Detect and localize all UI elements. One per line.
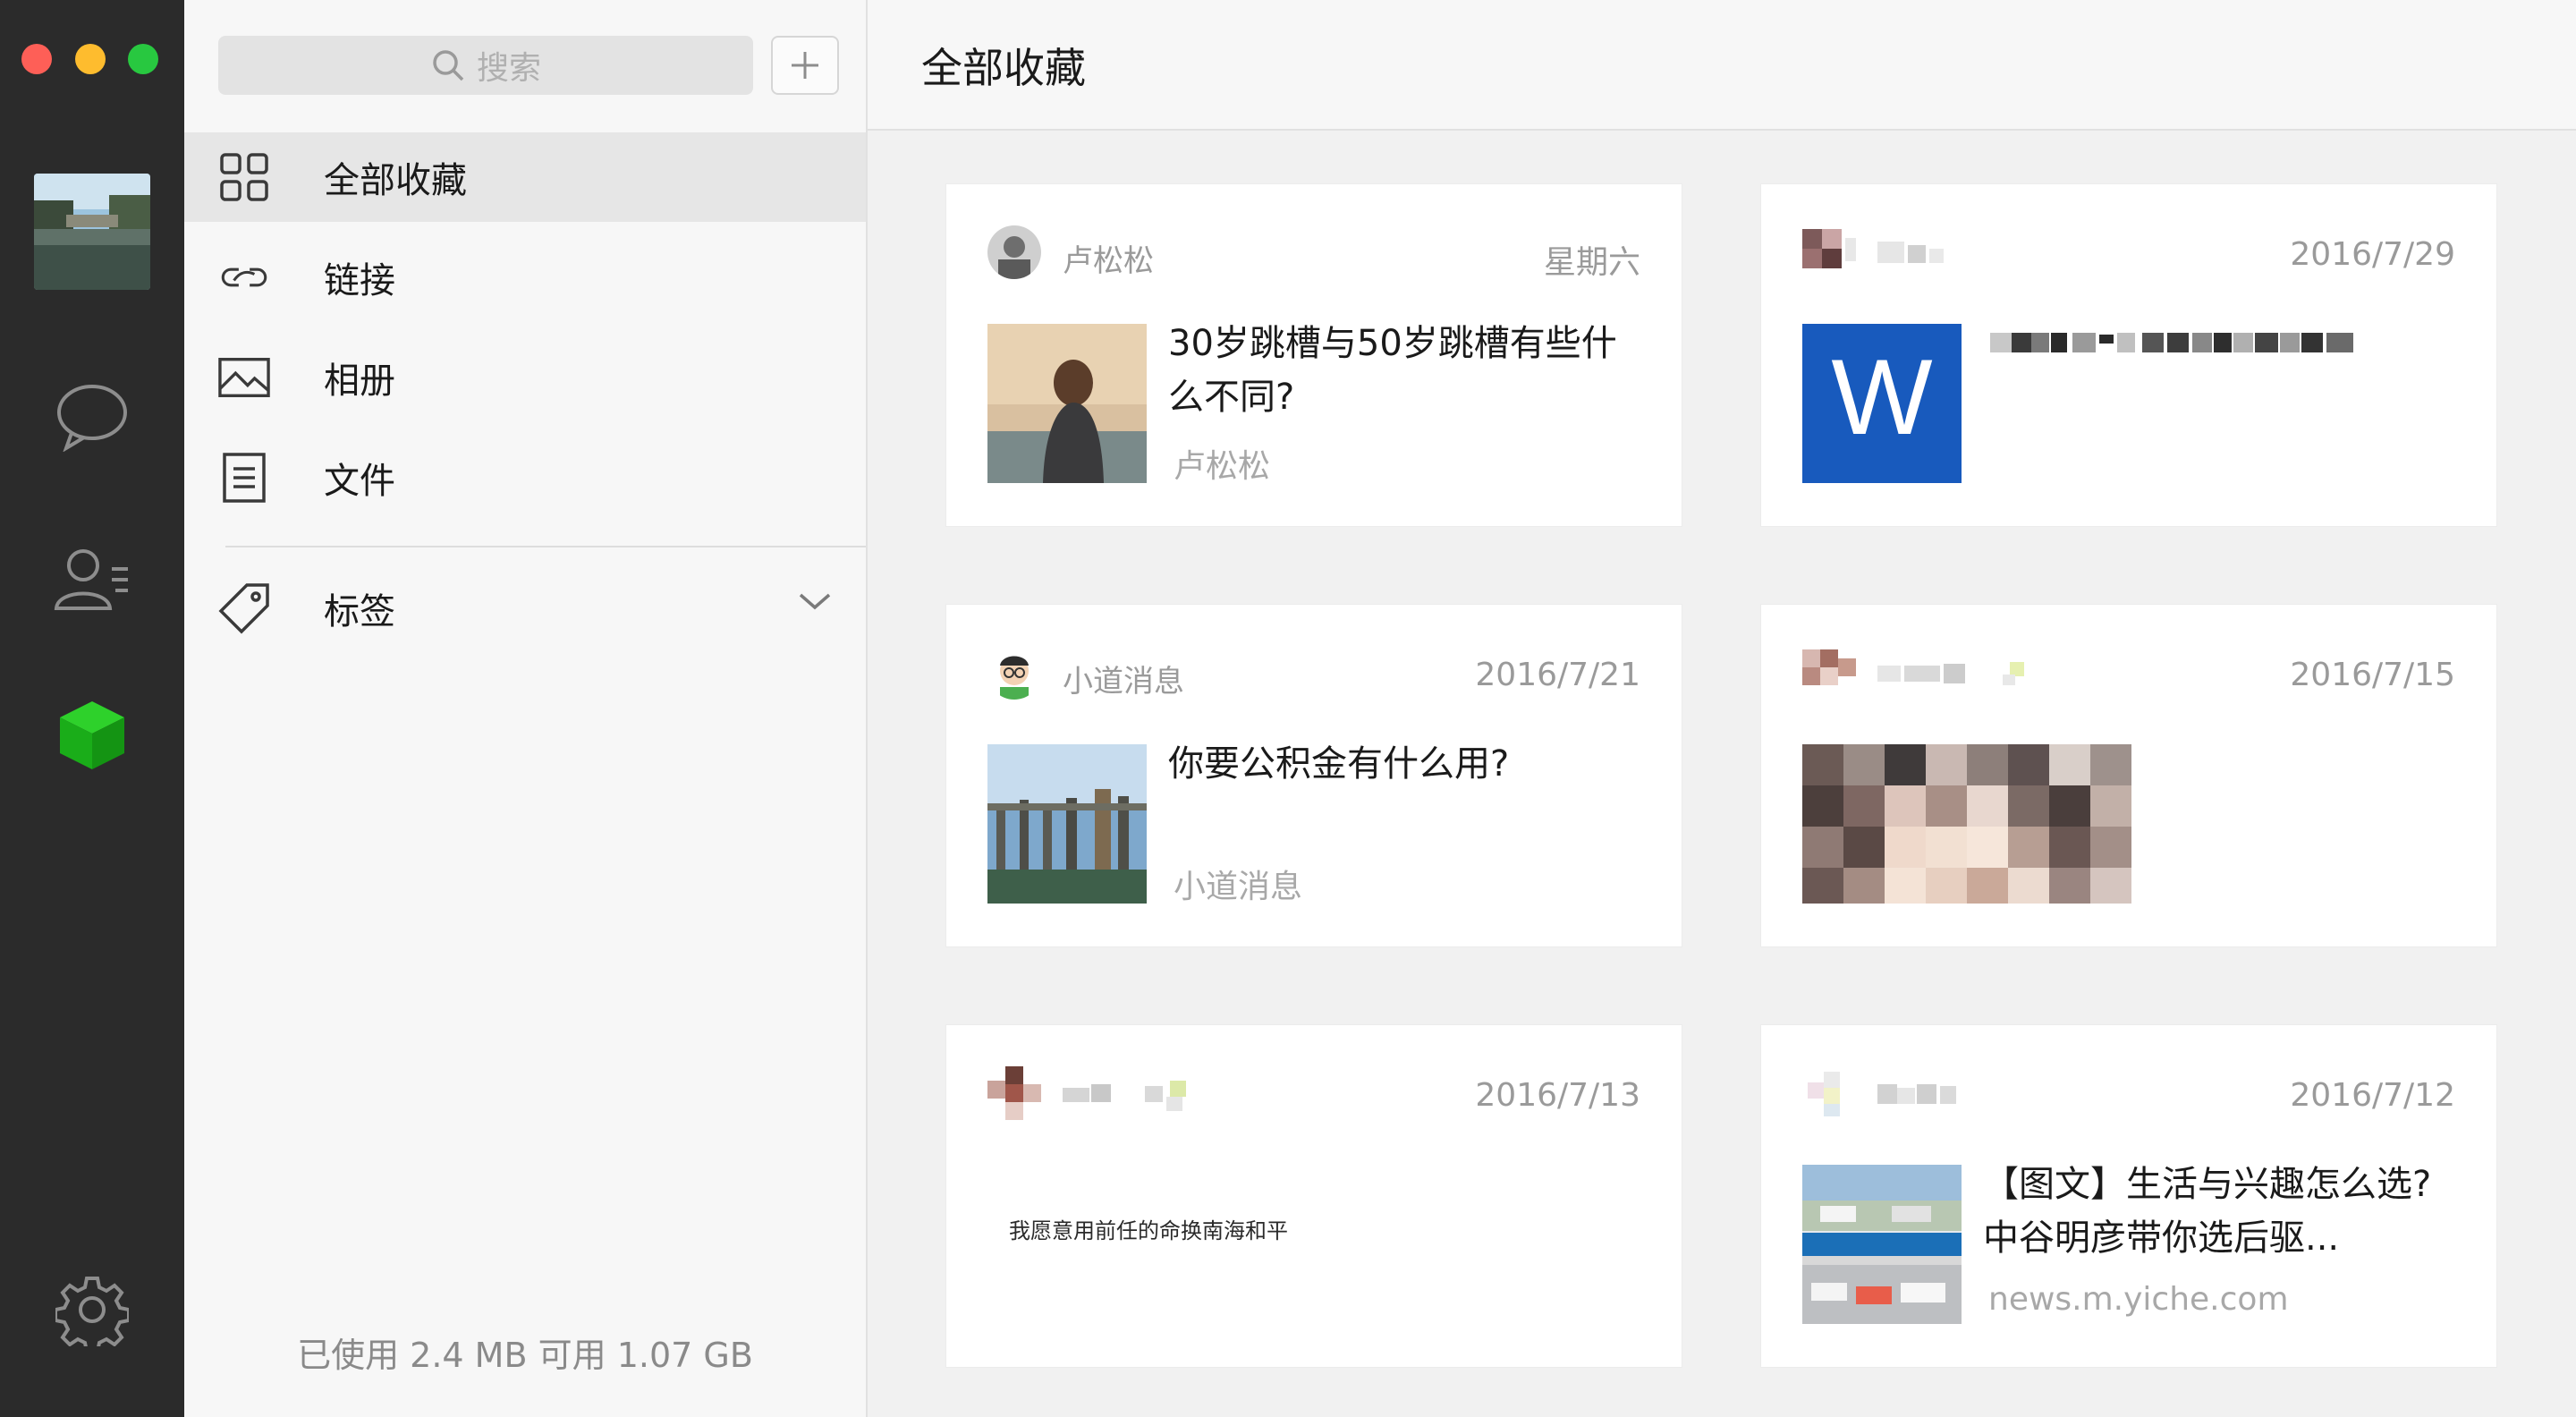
article-source: 卢松松 (1174, 448, 1271, 485)
article-thumbnail (1802, 1165, 1962, 1324)
main-header: 全部收藏 (868, 0, 2576, 131)
page-title: 全部收藏 (921, 44, 1086, 92)
user-avatar[interactable] (34, 174, 150, 290)
note-text: 我愿意用前任的命换南海和平 (1009, 1218, 1288, 1243)
sidebar-divider (225, 546, 866, 547)
card-date: 2016/7/13 (1475, 1077, 1640, 1114)
search-input[interactable]: 搜索 (218, 36, 753, 95)
chevron-down-icon[interactable] (798, 590, 832, 615)
plus-icon (792, 52, 818, 79)
article-title: 【图文】生活与兴趣怎么选?中谷明彦带你选后驱... (1983, 1164, 2432, 1259)
card-date: 2016/7/12 (2290, 1077, 2455, 1114)
file-name-blurred (1983, 317, 2466, 386)
article-title: 你要公积金有什么用? (1168, 743, 1510, 785)
sidebar-item-label: 链接 (324, 260, 395, 301)
article-thumbnail (987, 744, 1147, 904)
article-title: 30岁跳槽与50岁跳槽有些什么不同? (1168, 323, 1617, 418)
author-avatar (987, 646, 1041, 700)
card-date: 2016/7/29 (2290, 236, 2455, 273)
main-pane: 全部收藏 卢松松 星期六 30岁跳槽与50岁跳槽有些什么不同? 卢松松 2016… (868, 0, 2576, 1417)
author-name-blurred (1063, 1077, 1224, 1121)
sidebar-item-album[interactable]: 相册 (184, 333, 866, 422)
favorites-cube-icon[interactable] (45, 692, 140, 778)
sidebar-item-files[interactable]: 文件 (184, 433, 866, 522)
close-window-button[interactable] (21, 44, 52, 74)
zoom-window-button[interactable] (128, 44, 158, 74)
image-icon (218, 352, 270, 403)
document-icon (218, 453, 270, 503)
author-name: 卢松松 (1063, 243, 1154, 279)
author-name-blurred (1877, 236, 1958, 276)
sidebar-item-label: 标签 (324, 591, 395, 632)
author-avatar (1802, 1066, 1856, 1120)
favorites-sidebar: 搜索 全部收藏 链接 相册 文件 标签 已使用 2.4 MB 可用 1.07 G… (184, 0, 868, 1417)
favorite-card[interactable]: 2016/7/15 (1761, 605, 2496, 946)
add-button[interactable] (771, 36, 839, 95)
card-date: 2016/7/15 (2290, 657, 2455, 693)
search-icon (433, 50, 464, 81)
article-thumbnail (987, 324, 1147, 483)
author-name-blurred (1877, 1077, 1985, 1117)
sidebar-item-label: 全部收藏 (324, 160, 467, 201)
image-thumbnail (1802, 744, 2131, 904)
card-date: 星期六 (1543, 244, 1640, 281)
card-date: 2016/7/21 (1475, 657, 1640, 693)
author-avatar (1802, 225, 1856, 279)
author-avatar (987, 1066, 1041, 1120)
favorite-card[interactable]: 2016/7/29 W (1761, 184, 2496, 526)
search-placeholder: 搜索 (476, 50, 541, 87)
article-source: 小道消息 (1174, 869, 1303, 905)
favorite-card[interactable]: 2016/7/12 【图文】生活与兴趣怎么选?中谷明彦带你选后驱... news… (1761, 1025, 2496, 1367)
contacts-icon[interactable] (45, 535, 140, 621)
favorite-card[interactable]: 卢松松 星期六 30岁跳槽与50岁跳槽有些什么不同? 卢松松 (946, 184, 1682, 526)
article-source: news.m.yiche.com (1988, 1281, 2289, 1318)
favorite-card[interactable]: 小道消息 2016/7/21 你要公积金有什么用? 小道消息 (946, 605, 1682, 946)
author-avatar (1802, 646, 1856, 700)
sidebar-item-links[interactable]: 链接 (184, 233, 866, 322)
author-name: 小道消息 (1063, 664, 1184, 700)
chat-icon[interactable] (45, 374, 140, 460)
sidebar-item-label: 相册 (324, 361, 395, 402)
link-icon (218, 252, 270, 302)
grid-icon (218, 152, 270, 202)
minimize-window-button[interactable] (75, 44, 106, 74)
tag-icon (218, 583, 270, 634)
sidebar-item-all[interactable]: 全部收藏 (184, 132, 866, 222)
settings-icon[interactable] (45, 1267, 140, 1353)
author-avatar (987, 225, 1041, 279)
author-name-blurred (1877, 657, 2038, 697)
app-rail (0, 0, 184, 1417)
word-file-icon: W (1802, 324, 1962, 483)
favorite-card[interactable]: 2016/7/13 我愿意用前任的命换南海和平 (946, 1025, 1682, 1367)
storage-usage: 已使用 2.4 MB 可用 1.07 GB (297, 1336, 753, 1375)
sidebar-item-label: 文件 (324, 461, 395, 502)
sidebar-item-tags[interactable]: 标签 (184, 564, 866, 653)
word-file-letter: W (1831, 337, 1932, 457)
